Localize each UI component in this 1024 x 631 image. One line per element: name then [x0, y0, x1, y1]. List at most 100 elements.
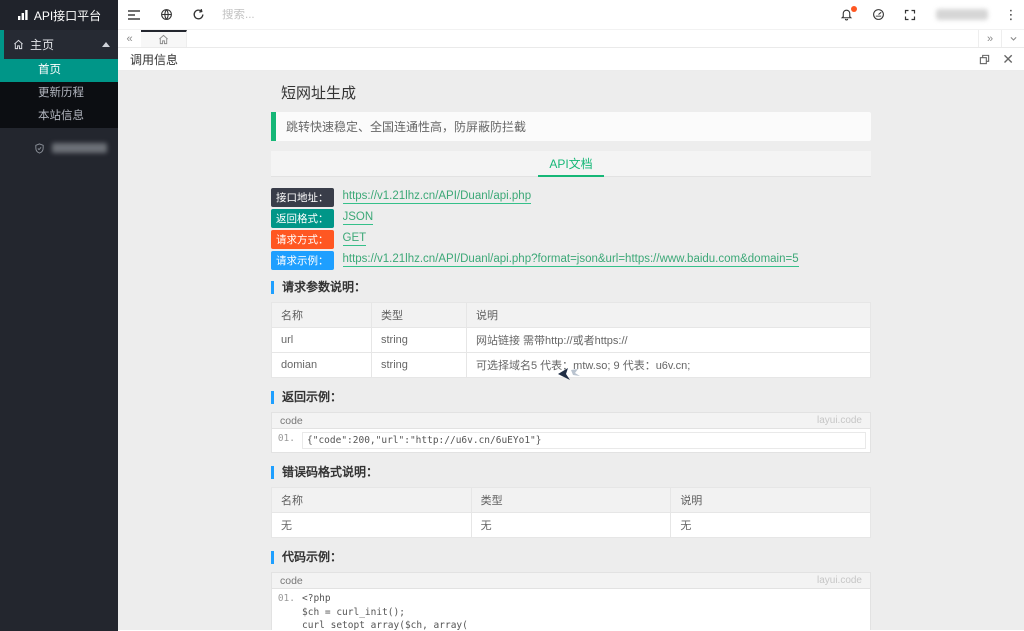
refresh-icon — [193, 8, 203, 20]
column-header: 名称 — [271, 487, 472, 514]
table-cell: 无 — [670, 512, 871, 539]
description-quote: 跳转快速稳定、全国连通性高，防屏蔽防拦截 — [271, 112, 871, 141]
topbar-right: ⋮ — [830, 0, 1024, 30]
tab-home[interactable] — [141, 30, 187, 47]
code-block-label: code — [280, 414, 303, 427]
close-panel-button[interactable]: ✕ — [1002, 52, 1014, 66]
sidebar-item-update-history[interactable]: 更新历程 — [0, 82, 118, 105]
mouse-cursor — [558, 368, 582, 386]
tabs-scroll-left-button[interactable]: « — [118, 30, 141, 47]
return-example-codebox: code layui.code 01. {"code":200,"url":"ht… — [271, 412, 871, 454]
sidebar-submenu: 首页 更新历程 本站信息 — [0, 59, 118, 128]
table-cell: 无 — [271, 512, 472, 539]
app-logo[interactable]: API接口平台 — [0, 0, 118, 30]
table-cell: 网站链接 需带http://或者https:// — [466, 327, 871, 353]
app-window: API接口平台 主页 首页 更新历程 本站信息 搜索... ⋮ « » 调用信息… — [0, 0, 1024, 631]
code-line: curl_setopt_array($ch, array( — [302, 619, 468, 630]
logo-icon — [17, 10, 28, 20]
layui-code-brand: layui.code — [816, 415, 862, 426]
code-example-code[interactable]: 01. <?php $ch = curl_init(); curl_setopt_ar… — [272, 589, 870, 630]
value-return-format[interactable]: JSON — [342, 211, 374, 225]
sidebar: API接口平台 主页 首页 更新历程 本站信息 — [0, 0, 118, 631]
code-block-label: code — [280, 574, 303, 587]
badge-request-method: 请求方式： — [271, 229, 334, 249]
top-navbar: ⋮ — [118, 0, 1024, 30]
fullscreen-icon — [904, 9, 916, 20]
gauge-icon — [872, 9, 884, 20]
redacted-username[interactable] — [936, 9, 988, 20]
badge-return-format: 返回格式： — [271, 208, 334, 228]
panel-header: 调用信息 ✕ — [118, 48, 1024, 71]
doc-content: 短网址生成 跳转快速稳定、全国连通性高，防屏蔽防拦截 API文档 接口地址： ht… — [118, 71, 1024, 630]
sidebar-item-user[interactable] — [0, 136, 118, 160]
return-example-code[interactable]: 01. {"code":200,"url":"http://u6v.cn/6uEY… — [272, 429, 870, 452]
collapse-sidebar-button[interactable] — [118, 0, 150, 30]
column-header: 类型 — [470, 487, 672, 514]
tab-api-doc[interactable]: API文档 — [538, 151, 605, 177]
panel-title: 调用信息 — [130, 52, 179, 67]
collapse-sidebar-icon — [128, 9, 140, 20]
badge-request-example: 请求示例： — [271, 250, 334, 270]
fullscreen-button[interactable] — [894, 0, 926, 30]
meta-row-return-format: 返回格式： JSON — [271, 208, 871, 228]
clear-cache-button[interactable] — [862, 0, 894, 30]
api-meta-list: 接口地址： https://v1.21lhz.cn/API/Duanl/api.p… — [271, 187, 871, 270]
badge-api-url: 接口地址： — [271, 187, 334, 207]
maximize-icon — [980, 54, 990, 64]
meta-row-request-method: 请求方式： GET — [271, 229, 871, 249]
value-api-url[interactable]: https://v1.21lhz.cn/API/Duanl/api.php — [342, 190, 532, 204]
tabs-empty-space — [187, 30, 978, 47]
chevron-down-icon — [1009, 36, 1017, 41]
tabs-scroll-right-button[interactable]: » — [978, 30, 1001, 47]
globe-icon — [160, 9, 172, 20]
table-cell: 可选择域名5 代表：mtw.so; 9 代表：u6v.cn; — [466, 352, 871, 378]
home-tab-icon — [159, 34, 168, 45]
tab-bar: « » — [118, 30, 1024, 48]
value-request-method[interactable]: GET — [342, 232, 367, 246]
more-menu-button[interactable]: ⋮ — [998, 7, 1024, 23]
value-request-example[interactable]: https://v1.21lhz.cn/API/Duanl/api.php?fo… — [342, 253, 799, 267]
code-line: $ch = curl_init(); — [302, 606, 405, 618]
page-title: 短网址生成 — [281, 85, 357, 102]
section-title-params: 请求参数说明： — [271, 281, 871, 294]
section-title-error-codes: 错误码格式说明： — [271, 466, 871, 480]
logo-text: API接口平台 — [33, 8, 102, 23]
sidebar-item-site-info[interactable]: 本站信息 — [0, 105, 118, 128]
table-cell: 无 — [470, 512, 672, 539]
params-table: 名称 类型 说明 url string 网站链接 需带http://或者https://d… — [271, 302, 871, 378]
home-icon — [13, 39, 24, 50]
table-row: 无无无 — [271, 512, 871, 539]
layui-code-brand: layui.code — [816, 575, 862, 587]
redacted-user-text — [52, 143, 107, 153]
column-header: 类型 — [371, 302, 467, 328]
tabs-menu-button[interactable] — [1001, 30, 1024, 47]
search-input[interactable] — [222, 8, 332, 21]
refresh-button[interactable] — [182, 0, 214, 30]
doc-tabstrip: API文档 — [271, 151, 871, 177]
table-row: url string 网站链接 需带http://或者https:// — [271, 327, 871, 353]
sidebar-item-home[interactable]: 首页 — [0, 59, 118, 82]
table-cell: string — [371, 352, 467, 378]
shield-check-icon — [35, 142, 44, 154]
maximize-panel-button[interactable] — [979, 54, 990, 65]
column-header: 说明 — [670, 487, 871, 514]
column-header: 说明 — [466, 302, 871, 328]
notification-badge — [851, 5, 857, 12]
table-cell: string — [371, 327, 467, 353]
chevron-up-icon — [102, 42, 110, 47]
section-title-return-example: 返回示例： — [271, 391, 871, 404]
meta-row-request-example: 请求示例： https://v1.21lhz.cn/API/Duanl/api.p… — [271, 250, 871, 270]
notifications-button[interactable] — [830, 0, 862, 30]
sidebar-menu-parent-home[interactable]: 主页 — [0, 30, 118, 59]
main-area: ⋮ « » 调用信息 — [118, 0, 1024, 631]
site-home-button[interactable] — [150, 0, 182, 30]
meta-row-api-url: 接口地址： https://v1.21lhz.cn/API/Duanl/api.p… — [271, 187, 871, 207]
code-example-codebox: code layui.code 01. <?php $ch = curl_init(… — [271, 572, 871, 630]
column-header: 名称 — [271, 302, 372, 328]
table-cell: url — [271, 327, 372, 353]
table-cell: domian — [271, 352, 372, 378]
code-line: 01. <?php — [277, 593, 331, 605]
sidebar-parent-label: 主页 — [30, 38, 55, 52]
error-codes-table: 名称 类型 说明无无无 — [271, 487, 871, 539]
code-line: 01. {"code":200,"url":"http://u6v.cn/6uEY… — [272, 432, 866, 450]
